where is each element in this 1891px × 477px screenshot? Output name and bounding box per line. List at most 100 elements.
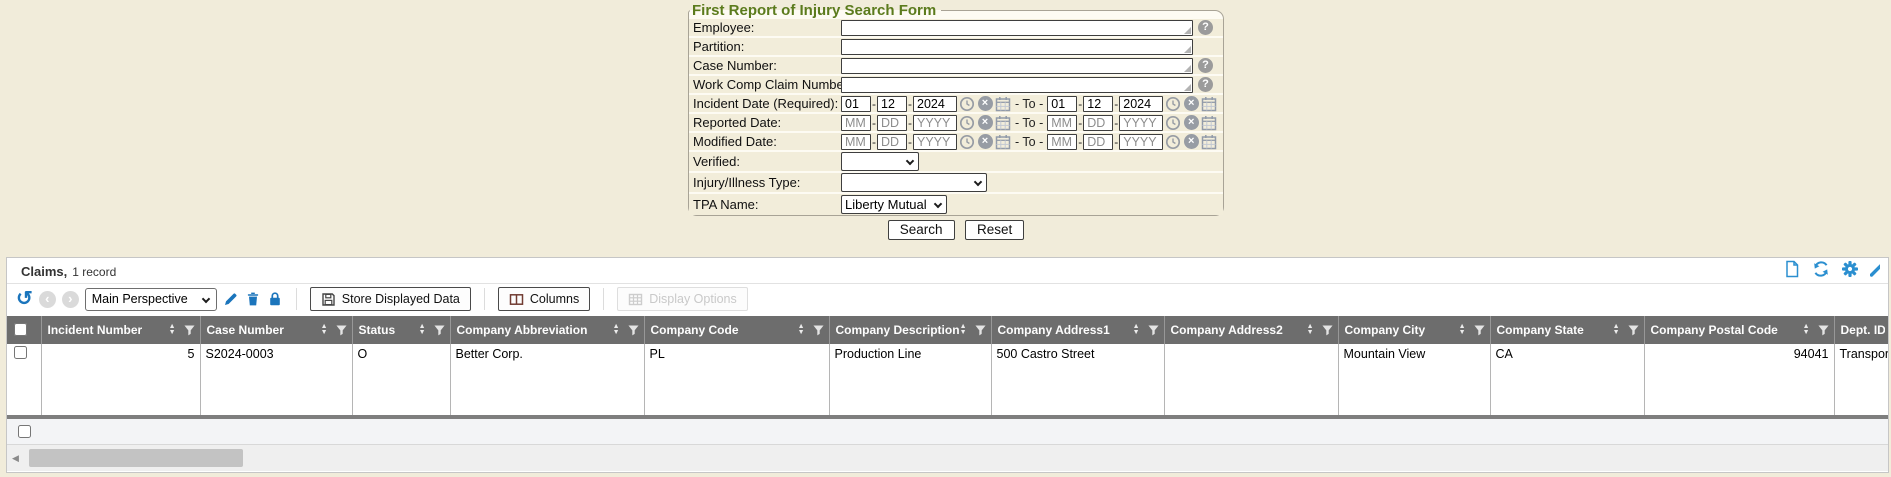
filter-icon[interactable] (184, 325, 195, 336)
sort-icon[interactable]: ▲▼ (1133, 324, 1140, 336)
clear-date-icon[interactable]: × (1183, 134, 1199, 150)
sort-icon[interactable]: ▲▼ (1613, 324, 1620, 336)
search-fieldset: First Report of Injury Search Form Emplo… (688, 2, 1224, 216)
reported-to-month-input[interactable] (1047, 115, 1077, 131)
partition-input[interactable] (841, 39, 1193, 55)
clock-icon[interactable] (959, 134, 975, 150)
sort-icon[interactable]: ▲▼ (321, 324, 328, 336)
cell-company-description: Production Line (829, 344, 991, 415)
edit-pencil-icon[interactable] (223, 291, 239, 307)
filter-icon[interactable] (1474, 325, 1485, 336)
clock-icon[interactable] (1165, 115, 1181, 131)
modified-to-day-input[interactable] (1083, 134, 1113, 150)
footer-checkbox[interactable] (18, 425, 31, 438)
reported-from-year-input[interactable] (913, 115, 957, 131)
clear-date-icon[interactable]: × (977, 115, 993, 131)
search-button[interactable]: Search (888, 220, 955, 240)
col-case-number: Case Number▲▼ (200, 316, 352, 344)
sort-icon[interactable]: ▲▼ (1307, 324, 1314, 336)
reported-from-day-input[interactable] (877, 115, 907, 131)
incident-from-month-input[interactable] (841, 96, 871, 112)
help-icon[interactable]: ? (1198, 58, 1213, 73)
calendar-icon[interactable] (1201, 96, 1217, 112)
help-icon[interactable]: ? (1198, 20, 1213, 35)
reported-from-month-input[interactable] (841, 115, 871, 131)
store-displayed-data-button[interactable]: Store Displayed Data (310, 287, 471, 311)
undo-icon[interactable]: ↺ (16, 290, 33, 308)
filter-icon[interactable] (628, 325, 639, 336)
modified-from-year-input[interactable] (913, 134, 957, 150)
clear-date-icon[interactable]: × (977, 96, 993, 112)
modified-from-day-input[interactable] (877, 134, 907, 150)
sort-icon[interactable]: ▲▼ (1459, 324, 1466, 336)
calendar-icon[interactable] (995, 134, 1011, 150)
tpa-name-label: TPA Name: (693, 197, 841, 212)
calendar-icon[interactable] (1201, 134, 1217, 150)
horizontal-scrollbar[interactable]: ◀ (7, 445, 1888, 471)
incident-to-month-input[interactable] (1047, 96, 1077, 112)
work-comp-input[interactable] (841, 77, 1193, 93)
verified-select[interactable] (841, 152, 919, 171)
scrollbar-thumb[interactable] (29, 449, 243, 467)
work-comp-label: Work Comp Claim Number: (693, 77, 841, 92)
gear-icon[interactable] (1841, 260, 1859, 283)
help-icon[interactable]: ? (1198, 77, 1213, 92)
wrench-icon[interactable] (1870, 260, 1880, 283)
grid-footer-row (7, 419, 1888, 445)
employee-row: Employee: ? (689, 19, 1223, 38)
modified-from-month-input[interactable] (841, 134, 871, 150)
reported-to-year-input[interactable] (1119, 115, 1163, 131)
calendar-icon[interactable] (995, 96, 1011, 112)
clock-icon[interactable] (959, 96, 975, 112)
tpa-name-select[interactable]: Liberty Mutual (841, 195, 947, 214)
columns-button[interactable]: Columns (498, 287, 590, 311)
display-options-grid-icon (628, 292, 643, 307)
injury-type-select[interactable] (841, 173, 987, 192)
filter-icon[interactable] (1818, 325, 1829, 336)
filter-icon[interactable] (336, 325, 347, 336)
modified-date-label: Modified Date: (693, 134, 841, 149)
clock-icon[interactable] (1165, 134, 1181, 150)
sort-icon[interactable]: ▲▼ (1803, 324, 1810, 336)
incident-from-year-input[interactable] (913, 96, 957, 112)
lock-icon[interactable] (267, 291, 283, 307)
clear-date-icon[interactable]: × (1183, 96, 1199, 112)
calendar-icon[interactable] (1201, 115, 1217, 131)
incident-to-year-input[interactable] (1119, 96, 1163, 112)
refresh-icon[interactable] (1812, 260, 1830, 283)
sort-icon[interactable]: ▲▼ (419, 324, 426, 336)
filter-icon[interactable] (434, 325, 445, 336)
clock-icon[interactable] (1165, 96, 1181, 112)
reported-to-day-input[interactable] (1083, 115, 1113, 131)
partition-row: Partition: (689, 38, 1223, 57)
row-checkbox[interactable] (14, 346, 27, 359)
sort-icon[interactable]: ▲▼ (798, 324, 805, 336)
incident-from-day-input[interactable] (877, 96, 907, 112)
filter-icon[interactable] (1628, 325, 1639, 336)
modified-to-month-input[interactable] (1047, 134, 1077, 150)
filter-icon[interactable] (1322, 325, 1333, 336)
resize-grip-icon (1184, 65, 1191, 72)
incident-to-day-input[interactable] (1083, 96, 1113, 112)
perspective-select[interactable]: Main Perspective (85, 288, 217, 311)
employee-input[interactable] (841, 20, 1193, 36)
clear-date-icon[interactable]: × (1183, 115, 1199, 131)
reset-button[interactable]: Reset (965, 220, 1024, 240)
next-page-icon[interactable]: › (62, 291, 79, 308)
scroll-left-arrow-icon[interactable]: ◀ (12, 453, 19, 463)
case-number-input[interactable] (841, 58, 1193, 74)
sort-icon[interactable]: ▲▼ (960, 324, 967, 336)
clock-icon[interactable] (959, 115, 975, 131)
filter-icon[interactable] (975, 325, 986, 336)
modified-to-year-input[interactable] (1119, 134, 1163, 150)
calendar-icon[interactable] (995, 115, 1011, 131)
trash-icon[interactable] (245, 291, 261, 307)
filter-icon[interactable] (813, 325, 824, 336)
select-all-checkbox[interactable] (14, 323, 27, 336)
new-document-icon[interactable] (1783, 260, 1801, 283)
prev-page-icon[interactable]: ‹ (39, 291, 56, 308)
sort-icon[interactable]: ▲▼ (169, 324, 176, 336)
clear-date-icon[interactable]: × (977, 134, 993, 150)
sort-icon[interactable]: ▲▼ (613, 324, 620, 336)
filter-icon[interactable] (1148, 325, 1159, 336)
